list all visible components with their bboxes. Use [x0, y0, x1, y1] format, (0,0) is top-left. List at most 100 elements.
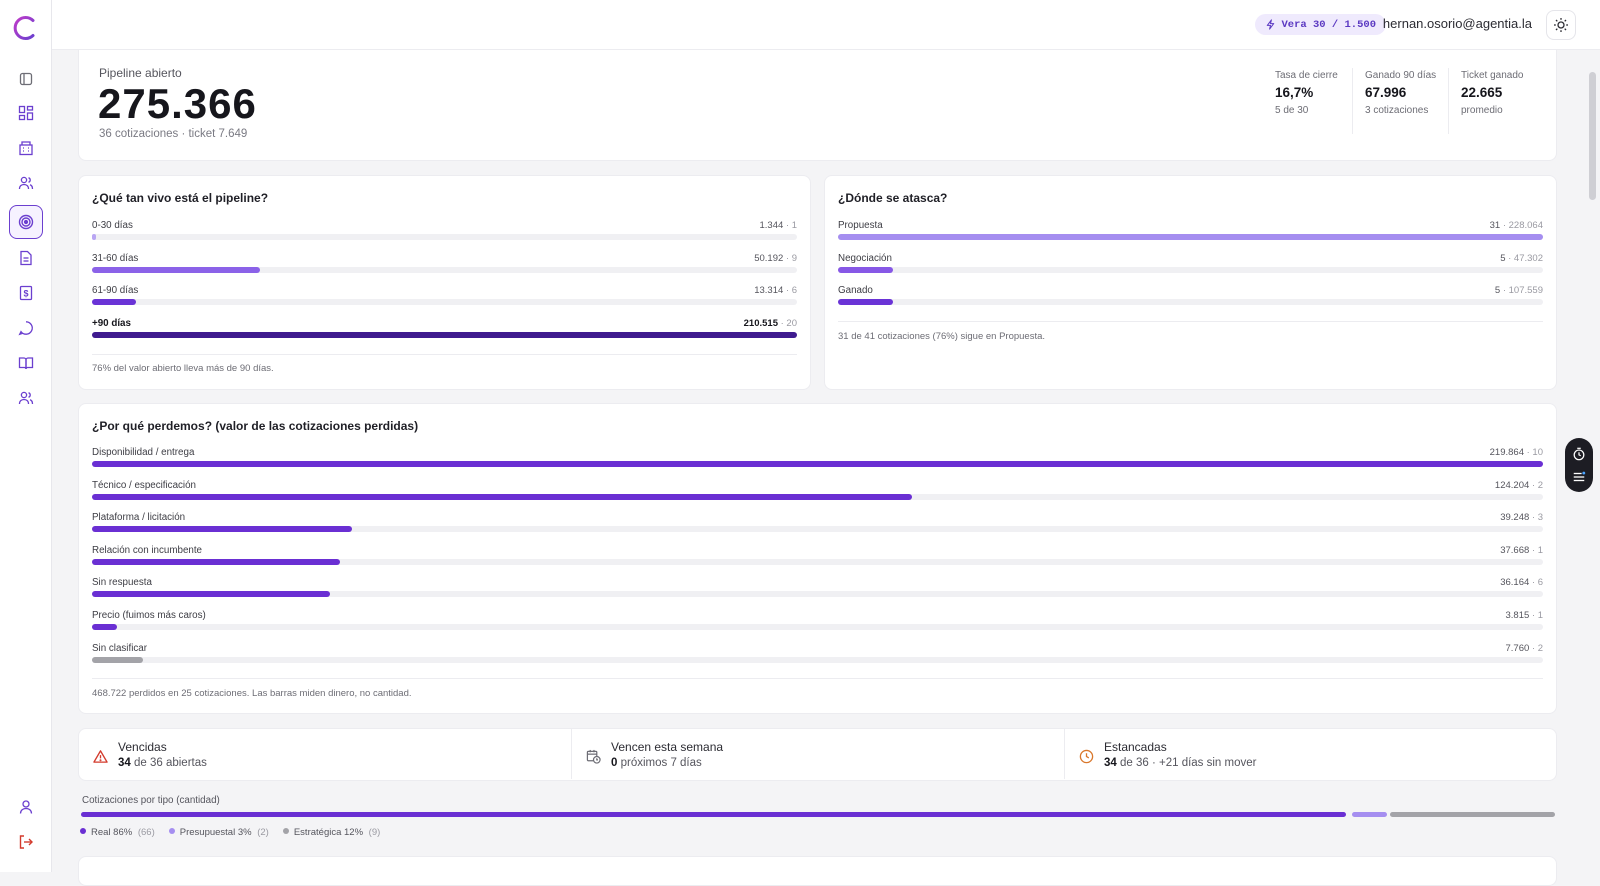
stat-value: 22.665 — [1461, 85, 1503, 100]
panel-toggle-icon[interactable] — [16, 69, 36, 89]
bar-amount: 13.314 — [754, 285, 784, 296]
stat-value: 67.996 — [1365, 85, 1407, 100]
divider — [1352, 68, 1353, 134]
bar-amount: 50.192 — [754, 252, 784, 264]
sidebar: $ — [0, 0, 52, 872]
floating-tools — [1565, 438, 1593, 492]
legend-item: Presupuestal 3% (2) — [168, 827, 269, 838]
alert-overdue[interactable]: Vencidas 34 de 36 abiertas — [79, 729, 572, 779]
sun-icon — [1554, 18, 1568, 32]
legend-label: Estratégica 12% — [293, 827, 364, 838]
types-bar — [81, 812, 1555, 817]
legend-item: Estratégica 12% (9) — [282, 827, 380, 838]
app-logo[interactable] — [13, 15, 39, 41]
bar-fill — [92, 591, 330, 598]
menu-list-icon[interactable] — [1572, 470, 1586, 484]
book-icon[interactable] — [16, 353, 36, 373]
legend-label: Real 86% — [91, 827, 133, 838]
dashboard-icon[interactable] — [16, 103, 36, 123]
bar-fill — [92, 234, 97, 240]
bar-count: · 1 — [785, 220, 797, 231]
types-segment — [1351, 812, 1387, 817]
document-icon[interactable] — [16, 248, 36, 268]
card-note: 76% del valor abierto lleva más de 90 dí… — [92, 363, 274, 374]
stat-won-90: Ganado 90 días 67.996 3 cotizaciones — [1365, 70, 1436, 116]
bar-row: Técnico / especificación 124.204 · 2 — [92, 480, 1543, 510]
chat-icon[interactable] — [16, 318, 36, 338]
users-icon[interactable] — [16, 173, 36, 193]
stopwatch-icon[interactable] — [1572, 447, 1586, 461]
bar-label: Sin respuesta — [92, 577, 152, 589]
bar-row: Sin clasificar 7.760 · 2 — [92, 643, 1543, 673]
bar-track — [92, 266, 797, 273]
bar-track — [92, 558, 1543, 565]
bar-label: Plataforma / licitación — [92, 512, 186, 524]
bar-label: Relación con incumbente — [92, 544, 203, 556]
bar-count: · 6 — [1531, 577, 1543, 589]
bar-label: Disponibilidad / entrega — [92, 447, 195, 458]
bar-count: · 1 — [1531, 544, 1543, 556]
credits-text: Vera 30 / 1.500 — [1281, 18, 1376, 31]
alert-count: 34 — [118, 757, 131, 769]
target-icon[interactable] — [16, 212, 36, 232]
alert-title: Vencen esta semana — [611, 740, 724, 754]
types-segment — [81, 812, 1346, 817]
theme-toggle-button[interactable] — [1546, 10, 1576, 40]
alert-due-week[interactable]: Vencen esta semana 0 próximos 7 días — [572, 729, 1065, 779]
pipeline-card: Pipeline abierto 275.366 36 cotizaciones… — [78, 49, 1557, 161]
logout-icon[interactable] — [16, 832, 36, 852]
profile-icon[interactable] — [16, 797, 36, 817]
scrollbar-thumb[interactable] — [1589, 72, 1596, 200]
building-icon[interactable] — [16, 138, 36, 158]
bar-fill — [92, 558, 341, 565]
alert-detail: de 36 · +21 días sin mover — [1116, 757, 1257, 769]
credits-badge[interactable]: Vera 30 / 1.500 — [1255, 14, 1386, 35]
team-icon[interactable] — [16, 388, 36, 408]
bar-row: 31-60 días 50.192 · 9 — [92, 253, 797, 283]
bar-value: 39.248 · 3 — [1500, 512, 1543, 523]
bar-count: · 228.064 — [1502, 220, 1543, 231]
bar-count: · 6 — [785, 285, 797, 296]
bar-row: Ganado 5 · 107.559 — [838, 285, 1543, 315]
legend-dot — [80, 828, 86, 834]
bar-value: 5 · 47.302 — [1500, 253, 1543, 264]
bar-count: · 1 — [1531, 610, 1543, 621]
bar-track — [92, 461, 1543, 467]
bar-row: Sin respuesta 36.164 · 6 — [92, 577, 1543, 607]
legend-dot — [168, 828, 175, 834]
stat-close-rate: Tasa de cierre 16,7% 5 de 30 — [1275, 70, 1338, 116]
bar-track — [838, 299, 1543, 305]
user-email[interactable]: hernan.osorio@agentia.la — [1383, 16, 1532, 31]
legend-dot — [282, 828, 289, 834]
divider — [1448, 68, 1449, 134]
bar-value: 50.192 · 9 — [754, 253, 797, 264]
clock-icon — [1079, 749, 1094, 764]
alert-title: Vencidas — [118, 740, 167, 754]
bar-label: Propuesta — [838, 220, 883, 231]
stat-sub: 3 cotizaciones — [1365, 105, 1429, 116]
bar-count: · 2 — [1531, 642, 1543, 654]
card-note: 31 de 41 cotizaciones (76%) sigue en Pro… — [838, 331, 1046, 342]
bar-value: 124.204 · 2 — [1495, 480, 1543, 491]
bar-fill — [92, 266, 261, 273]
legend-count: (66) — [137, 827, 155, 838]
bar-label: Técnico / especificación — [92, 479, 197, 491]
bar-row: +90 días 210.515 · 20 — [92, 318, 797, 348]
bar-track — [92, 299, 797, 305]
stat-label: Ticket ganado — [1461, 70, 1524, 81]
legend-label: Presupuestal 3% — [179, 827, 252, 838]
invoice-icon[interactable]: $ — [16, 283, 36, 303]
stat-label: Ganado 90 días — [1365, 70, 1437, 81]
stat-sub: 5 de 30 — [1275, 105, 1309, 116]
bar-amount: 39.248 — [1500, 512, 1530, 524]
bar-track — [92, 526, 1543, 533]
bar-label: +90 días — [92, 317, 131, 329]
alert-stale[interactable]: Estancadas 34 de 36 · +21 días sin mover — [1065, 729, 1558, 779]
bar-amount: 210.515 — [743, 317, 778, 329]
bar-fill — [92, 493, 912, 500]
bar-fill — [92, 331, 797, 338]
bar-label: 31-60 días — [92, 252, 139, 264]
loss-reasons-card: ¿Por qué perdemos? (valor de las cotizac… — [78, 403, 1557, 714]
stat-sub: promedio — [1461, 105, 1503, 116]
bar-label: 0-30 días — [92, 220, 133, 231]
